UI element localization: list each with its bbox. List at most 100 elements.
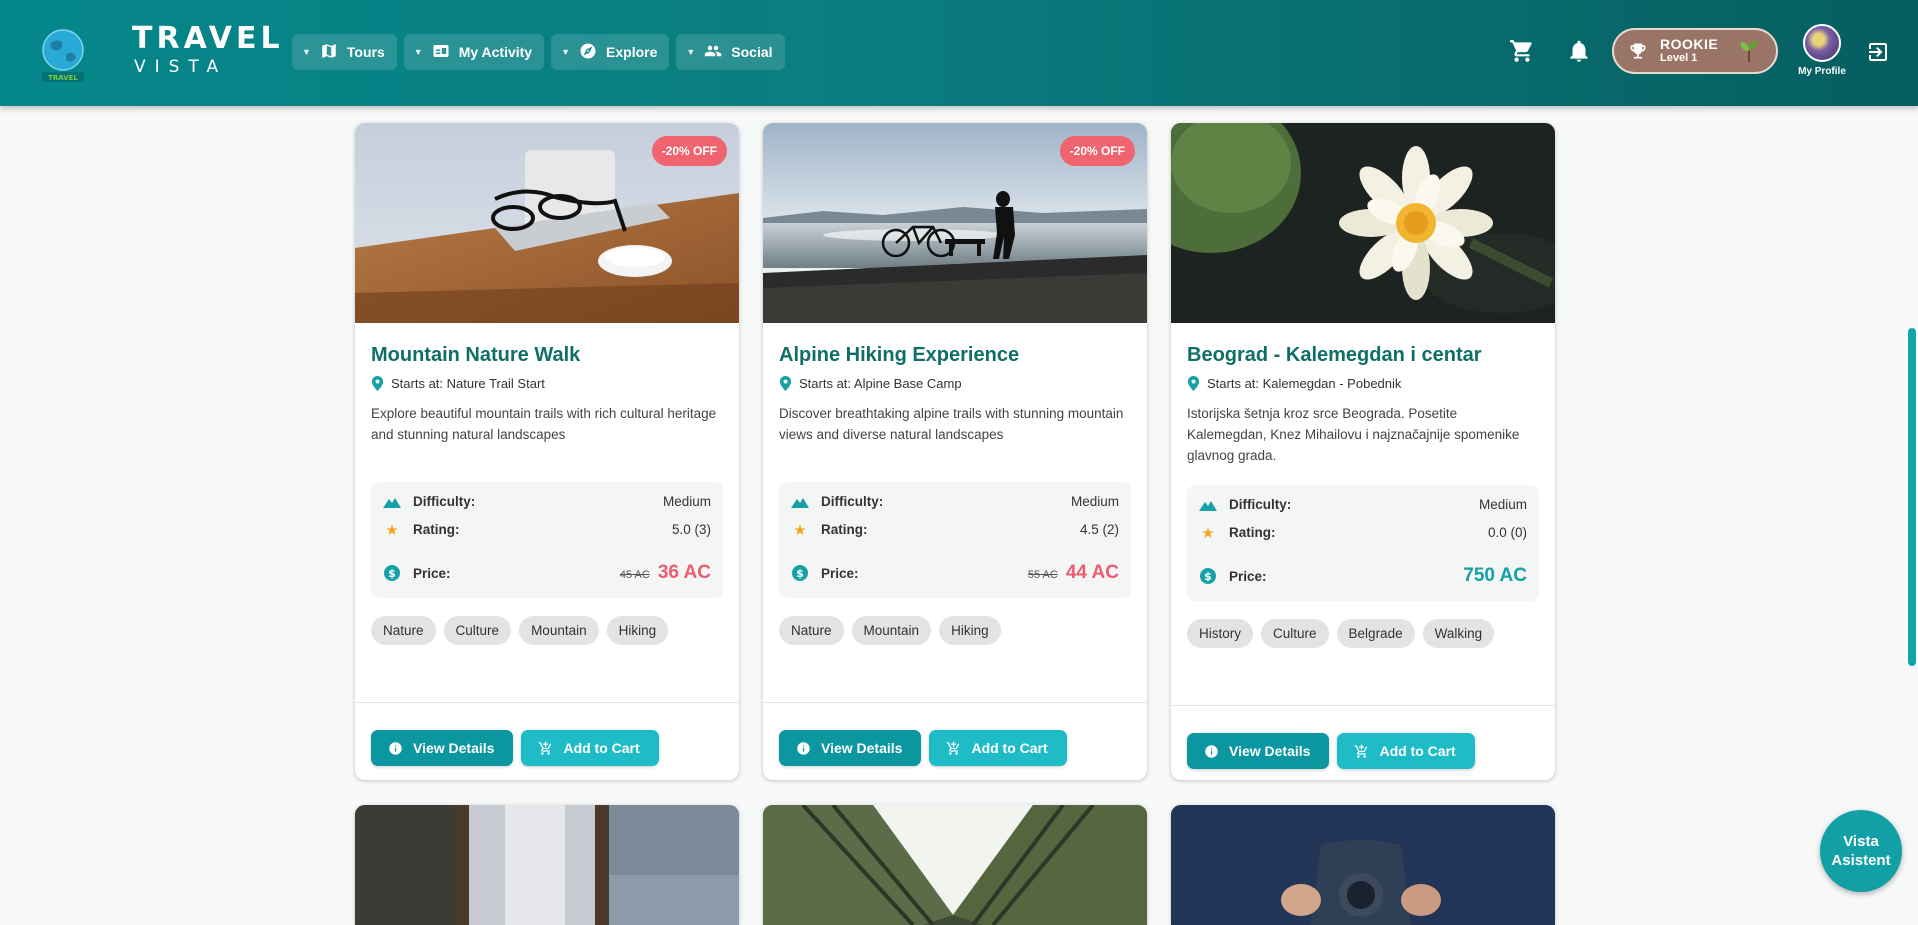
add-to-cart-button[interactable]: Add to Cart	[521, 730, 659, 766]
top-navigation-bar: TRAVEL TRAVEL VISTA ▼ Tours ▼ My Activit…	[0, 0, 1918, 106]
location-pin-icon	[779, 376, 792, 391]
difficulty-value: Medium	[662, 494, 711, 509]
mountain-icon	[1199, 498, 1217, 512]
rank-badge[interactable]: ROOKIE Level 1	[1612, 28, 1778, 74]
sprout-icon	[1740, 41, 1758, 62]
price-value: 45 AC 36 AC	[620, 562, 711, 584]
tour-start-location: Starts at: Kalemegdan - Pobednik	[1187, 376, 1401, 391]
difficulty-row: Difficulty: Medium	[1199, 497, 1527, 512]
globe-logo[interactable]: TRAVEL	[36, 26, 90, 88]
svg-text:TRAVEL: TRAVEL	[48, 74, 78, 82]
tour-start-text: Starts at: Alpine Base Camp	[799, 376, 962, 391]
rank-level: Level 1	[1660, 52, 1698, 64]
add-cart-icon	[1355, 744, 1368, 758]
profile-label: My Profile	[1798, 66, 1846, 77]
tour-info-box: Difficulty: Medium ★ Rating: 5.0 (3) $ P…	[371, 482, 723, 598]
tour-description: Explore beautiful mountain trails with r…	[371, 406, 717, 442]
nav-my-activity-label: My Activity	[458, 44, 533, 60]
dollar-icon: $	[791, 565, 809, 581]
rating-value: 4.5 (2)	[1079, 522, 1119, 537]
assistant-line2: Asistent	[1831, 852, 1891, 869]
info-icon	[389, 741, 402, 755]
tag-chip[interactable]: History	[1187, 619, 1254, 648]
tag-chip[interactable]: Walking	[1422, 619, 1495, 648]
rating-row: ★ Rating: 0.0 (0)	[1199, 525, 1527, 542]
rating-label: Rating:	[821, 522, 868, 537]
card-actions: View Details Add to Cart	[1187, 733, 1475, 769]
rating-row: ★ Rating: 4.5 (2)	[791, 522, 1119, 539]
add-to-cart-button[interactable]: Add to Cart	[1337, 733, 1475, 769]
tour-card-partial[interactable]	[763, 805, 1147, 925]
tag-chip[interactable]: Culture	[443, 616, 512, 645]
card-actions: View Details Add to Cart	[779, 730, 1067, 766]
add-to-cart-label: Add to Cart	[563, 740, 640, 756]
nav-my-activity[interactable]: ▼ My Activity	[403, 34, 545, 70]
tour-card: -20% OFF Alpine Hiking Experience Starts…	[763, 123, 1147, 780]
tour-image-waterlily[interactable]	[1171, 123, 1555, 323]
tour-title[interactable]: Beograd - Kalemegdan i centar	[1187, 344, 1482, 367]
svg-text:$: $	[1204, 570, 1212, 583]
nav-tours-label: Tours	[346, 44, 385, 60]
vista-assistant-button[interactable]: Vista Asistent	[1820, 810, 1902, 892]
tour-image-lake[interactable]: -20% OFF	[763, 123, 1147, 323]
assistant-line1: Vista	[1843, 833, 1879, 850]
old-price: 55 AC	[1027, 569, 1058, 581]
profile-menu[interactable]: My Profile	[1794, 24, 1850, 77]
tag-chip[interactable]: Belgrade	[1336, 619, 1415, 648]
tour-image-laptop[interactable]: -20% OFF	[355, 123, 739, 323]
price-label: Price:	[1229, 568, 1267, 584]
bell-icon[interactable]	[1566, 38, 1592, 64]
svg-text:$: $	[388, 567, 396, 580]
tour-start-location: Starts at: Alpine Base Camp	[779, 376, 962, 391]
tour-card-partial[interactable]	[1171, 805, 1555, 925]
tag-list: History Culture Belgrade Walking	[1187, 619, 1495, 648]
tag-chip[interactable]: Hiking	[939, 616, 1001, 645]
mountain-icon	[791, 495, 809, 509]
compass-icon	[579, 42, 597, 63]
add-to-cart-label: Add to Cart	[1379, 743, 1456, 759]
price-label: Price:	[821, 565, 859, 581]
tour-start-text: Starts at: Nature Trail Start	[391, 376, 545, 391]
price-label: Price:	[413, 565, 451, 581]
tour-info-box: Difficulty: Medium ★ Rating: 0.0 (0) $ P…	[1187, 485, 1539, 601]
tag-chip[interactable]: Culture	[1261, 619, 1329, 648]
logout-icon[interactable]	[1866, 40, 1892, 66]
nav-social[interactable]: ▼ Social	[676, 34, 785, 70]
caret-down-icon: ▼	[686, 47, 696, 57]
rating-value: 0.0 (0)	[1487, 525, 1527, 540]
scrollbar-thumb[interactable]	[1908, 328, 1916, 666]
nav-tours[interactable]: ▼ Tours	[292, 34, 397, 70]
avatar	[1803, 24, 1841, 62]
view-details-button[interactable]: View Details	[371, 730, 514, 766]
activity-icon	[432, 42, 450, 63]
rating-row: ★ Rating: 5.0 (3)	[383, 522, 711, 539]
price-row: $ Price: 45 AC 36 AC	[383, 562, 711, 584]
tag-chip[interactable]: Mountain	[519, 616, 599, 645]
dollar-icon: $	[1199, 568, 1217, 584]
difficulty-label: Difficulty:	[1229, 497, 1292, 512]
tour-title[interactable]: Alpine Hiking Experience	[779, 344, 1019, 367]
tag-chip[interactable]: Nature	[371, 616, 436, 645]
tag-chip[interactable]: Mountain	[851, 616, 932, 645]
rating-value: 5.0 (3)	[671, 522, 711, 537]
tour-card-partial[interactable]	[355, 805, 739, 925]
cart-icon[interactable]	[1509, 38, 1535, 64]
add-to-cart-button[interactable]: Add to Cart	[929, 730, 1067, 766]
add-cart-icon	[947, 741, 960, 755]
rank-name: ROOKIE	[1660, 36, 1719, 52]
view-details-button[interactable]: View Details	[1187, 733, 1330, 769]
tag-chip[interactable]: Nature	[779, 616, 844, 645]
tour-title[interactable]: Mountain Nature Walk	[371, 344, 580, 367]
price-value: 750 AC	[1463, 565, 1527, 586]
nav-explore[interactable]: ▼ Explore	[551, 34, 670, 70]
view-details-button[interactable]: View Details	[779, 730, 922, 766]
rating-label: Rating:	[413, 522, 460, 537]
svg-text:$: $	[796, 567, 804, 580]
tag-chip[interactable]: Hiking	[606, 616, 669, 645]
discount-badge: -20% OFF	[1059, 136, 1135, 166]
view-details-label: View Details	[821, 740, 903, 756]
difficulty-row: Difficulty: Medium	[383, 494, 711, 509]
discount-badge: -20% OFF	[651, 136, 727, 166]
info-icon	[797, 741, 810, 755]
old-price: 45 AC	[619, 569, 650, 581]
